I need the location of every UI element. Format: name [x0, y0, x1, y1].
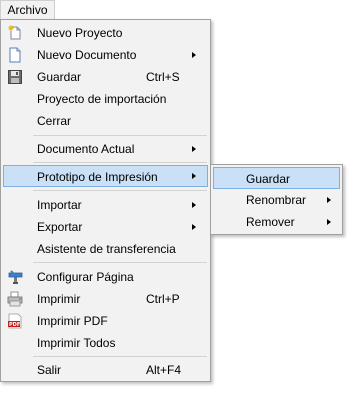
submenu-arrow-icon: [192, 146, 196, 152]
menu-item-nuevo-proyecto[interactable]: Nuevo Proyecto: [3, 22, 208, 44]
menu-archivo[interactable]: Archivo: [0, 0, 55, 20]
menu-item-label: Nuevo Documento: [37, 48, 137, 62]
submenu-arrow-icon: [327, 197, 331, 203]
new-project-icon: [8, 25, 21, 40]
menu-bar: Archivo: [0, 0, 360, 20]
menu-item-label: Configurar Página: [37, 270, 134, 284]
submenu-item-renombrar[interactable]: Renombrar: [213, 189, 340, 211]
shortcut-label: Alt+F4: [146, 363, 182, 377]
submenu-item-label: Guardar: [246, 172, 291, 186]
shortcut-label: Ctrl+P: [146, 292, 180, 306]
menu-item-documento-actual[interactable]: Documento Actual: [3, 138, 208, 160]
page-setup-icon: [8, 270, 23, 284]
menu-item-imprimir-todos[interactable]: Imprimir Todos: [3, 332, 208, 354]
svg-text:PDF: PDF: [9, 322, 20, 328]
menu-item-imprimir-pdf[interactable]: PDF Imprimir PDF: [3, 310, 208, 332]
menu-item-asistente-transferencia[interactable]: Asistente de transferencia: [3, 238, 208, 260]
menu-item-salir[interactable]: Salir Alt+F4: [3, 359, 208, 381]
submenu-arrow-icon: [192, 224, 196, 230]
menu-item-label: Importar: [37, 198, 82, 212]
menu-separator: [33, 262, 207, 263]
menu-separator: [33, 190, 207, 191]
menu-item-label: Imprimir: [37, 292, 81, 306]
submenu-arrow-icon: [192, 173, 196, 179]
menu-item-exportar[interactable]: Exportar: [3, 216, 208, 238]
printer-icon: [7, 291, 23, 307]
menu-item-label: Salir: [37, 363, 62, 377]
submenu-item-remover[interactable]: Remover: [213, 211, 340, 233]
menu-item-label: Nuevo Proyecto: [37, 26, 123, 40]
menu-separator: [33, 162, 207, 163]
menu-item-label: Documento Actual: [37, 142, 135, 156]
submenu-item-guardar[interactable]: Guardar: [213, 167, 340, 189]
menu-item-label: Asistente de transferencia: [37, 242, 176, 256]
save-icon: [8, 70, 22, 84]
prototipo-impresion-submenu: Guardar Renombrar Remover: [210, 164, 343, 235]
menu-item-label: Imprimir PDF: [37, 314, 108, 328]
menu-item-proyecto-importacion[interactable]: Proyecto de importación: [3, 88, 208, 110]
menu-item-imprimir[interactable]: Imprimir Ctrl+P: [3, 288, 208, 310]
menu-item-importar[interactable]: Importar: [3, 194, 208, 216]
menu-item-nuevo-documento[interactable]: Nuevo Documento: [3, 44, 208, 66]
menu-separator: [33, 135, 207, 136]
menu-item-label: Prototipo de Impresión: [37, 170, 158, 184]
menu-item-configurar-pagina[interactable]: Configurar Página: [3, 266, 208, 288]
submenu-item-label: Renombrar: [246, 193, 307, 207]
new-document-icon: [9, 47, 21, 63]
menu-separator: [33, 356, 207, 357]
pdf-icon: PDF: [8, 313, 22, 329]
archivo-menu: Nuevo Proyecto Nuevo Documento Guardar C…: [0, 19, 211, 382]
submenu-arrow-icon: [327, 219, 331, 225]
menu-item-label: Guardar: [37, 70, 82, 84]
submenu-arrow-icon: [192, 52, 196, 58]
menu-item-label: Exportar: [37, 220, 83, 234]
menu-item-prototipo-impresion[interactable]: Prototipo de Impresión: [3, 165, 208, 187]
menu-item-label: Imprimir Todos: [37, 336, 116, 350]
menu-item-label: Cerrar: [37, 114, 72, 128]
menu-item-label: Proyecto de importación: [37, 92, 167, 106]
submenu-arrow-icon: [192, 202, 196, 208]
menu-item-cerrar[interactable]: Cerrar: [3, 110, 208, 132]
menu-item-guardar[interactable]: Guardar Ctrl+S: [3, 66, 208, 88]
shortcut-label: Ctrl+S: [146, 70, 180, 84]
submenu-item-label: Remover: [246, 215, 295, 229]
